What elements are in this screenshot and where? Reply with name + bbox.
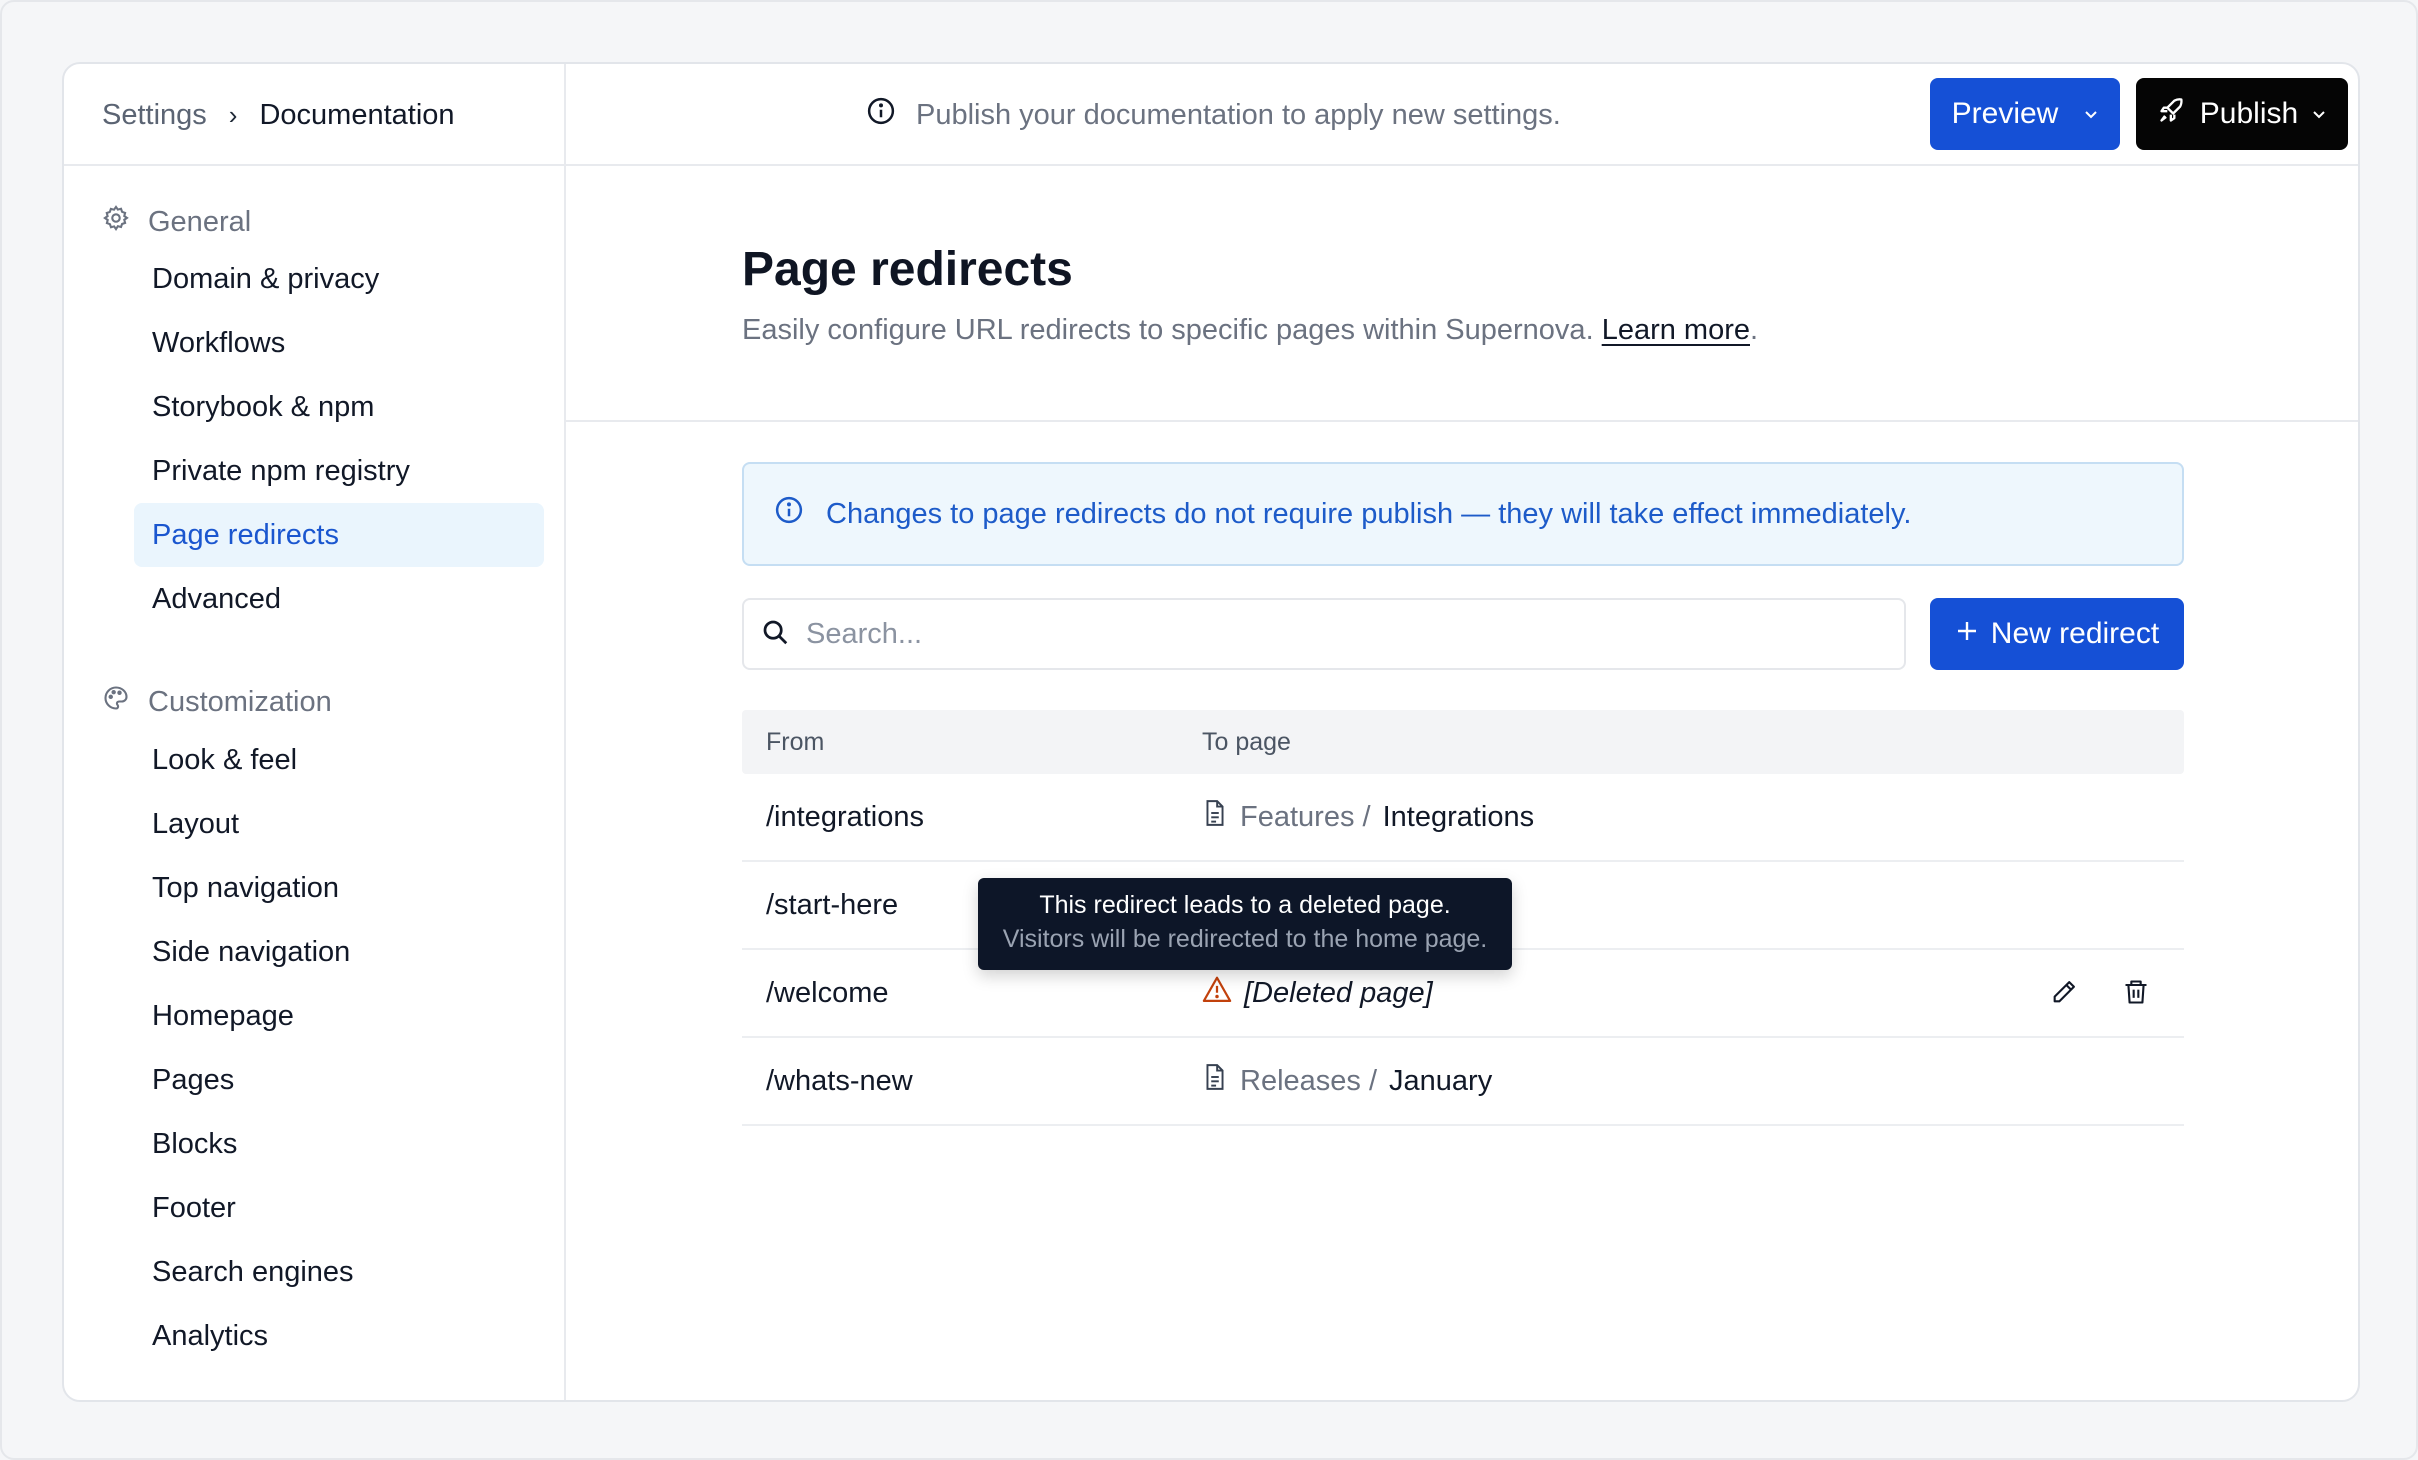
publish-button[interactable]: Publish	[2136, 78, 2348, 150]
search-input[interactable]	[806, 617, 1886, 651]
breadcrumb-settings[interactable]: Settings	[102, 99, 207, 132]
plus-icon	[1955, 617, 1979, 651]
top-bar: Settings › Documentation Publish your do…	[64, 64, 2358, 166]
sidebar-item-advanced[interactable]: Advanced	[134, 567, 544, 631]
subtitle-period: .	[1750, 314, 1759, 346]
info-banner-text: Changes to page redirects do not require…	[826, 497, 1912, 530]
page-subtitle-text: Easily configure URL redirects to specif…	[742, 314, 1594, 346]
column-header-from: From	[766, 727, 825, 756]
rocket-icon	[2158, 96, 2186, 132]
deleted-page-label: [Deleted page]	[1244, 976, 1433, 1009]
chevron-down-icon	[2312, 107, 2326, 125]
info-icon	[866, 96, 896, 134]
publish-notice-text: Publish your documentation to apply new …	[916, 98, 1561, 131]
trash-icon[interactable]	[2122, 978, 2150, 1011]
page-name: January	[1389, 1064, 1493, 1097]
breadcrumb-separator: ›	[228, 99, 238, 130]
sidebar-item-layout[interactable]: Layout	[134, 792, 544, 856]
table-row[interactable]: /integrations Features / Integrations	[742, 774, 2184, 862]
sidebar-item-search-engines[interactable]: Search engines	[134, 1240, 544, 1304]
chevron-down-icon	[2084, 107, 2098, 125]
sidebar-item-look-feel[interactable]: Look & feel	[134, 728, 544, 792]
sidebar-item-workflows[interactable]: Workflows	[134, 311, 544, 375]
app-frame: Settings › Documentation Publish your do…	[0, 0, 2418, 1460]
redirect-to-page: Features / Integrations	[1202, 799, 1534, 835]
warning-icon	[1202, 975, 1232, 1011]
palette-icon	[102, 684, 130, 720]
redirect-from: /welcome	[766, 976, 889, 1009]
preview-label: Preview	[1951, 97, 2059, 130]
redirect-from: /whats-new	[766, 1064, 913, 1097]
sidebar-item-blocks[interactable]: Blocks	[134, 1112, 544, 1176]
publish-label: Publish	[2199, 97, 2299, 130]
document-icon	[1202, 799, 1228, 835]
page-parent: Releases /	[1240, 1064, 1378, 1097]
section-customization: Customization	[102, 684, 332, 720]
new-redirect-label: New redirect	[1990, 617, 2160, 650]
tooltip-title: This redirect leads to a deleted page.	[1039, 891, 1451, 919]
row-actions	[2050, 950, 2150, 1038]
sidebar-item-pages[interactable]: Pages	[134, 1048, 544, 1112]
redirect-from: /integrations	[766, 800, 924, 833]
section-general: General	[102, 204, 251, 240]
sidebar-item-domain-privacy[interactable]: Domain & privacy	[134, 247, 544, 311]
search-field	[742, 598, 1906, 670]
search-icon	[760, 617, 790, 652]
table-header: From To page	[742, 710, 2184, 774]
page-header: Page redirects Easily configure URL redi…	[566, 166, 2358, 422]
page-subtitle: Easily configure URL redirects to specif…	[742, 314, 1758, 347]
section-customization-title: Customization	[148, 685, 332, 718]
settings-sidebar: General Domain & privacy Workflows Story…	[64, 166, 566, 1400]
preview-button[interactable]: Preview	[1930, 78, 2120, 150]
breadcrumb-documentation: Documentation	[259, 98, 455, 131]
publish-notice: Publish your documentation to apply new …	[866, 64, 1561, 166]
section-general-title: General	[148, 205, 252, 238]
page-title: Page redirects	[742, 243, 1073, 296]
new-redirect-button[interactable]: New redirect	[1930, 598, 2184, 670]
settings-window: Settings › Documentation Publish your do…	[62, 62, 2360, 1402]
sidebar-item-top-navigation[interactable]: Top navigation	[134, 856, 544, 920]
column-header-to-page: To page	[1202, 727, 1291, 756]
main-content: Page redirects Easily configure URL redi…	[566, 166, 2358, 1400]
tooltip-description: Visitors will be redirected to the home …	[1002, 925, 1488, 953]
sidebar-item-homepage[interactable]: Homepage	[134, 984, 544, 1048]
info-banner: Changes to page redirects do not require…	[742, 462, 2184, 566]
breadcrumb: Settings › Documentation	[64, 64, 566, 166]
gear-icon	[102, 204, 130, 240]
sidebar-item-storybook-npm[interactable]: Storybook & npm	[134, 375, 544, 439]
info-icon	[774, 495, 804, 533]
redirect-to-page: [Deleted page]	[1202, 975, 1433, 1011]
table-row[interactable]: /whats-new Releases / January	[742, 1038, 2184, 1126]
sidebar-item-side-navigation[interactable]: Side navigation	[134, 920, 544, 984]
page-parent: Features /	[1240, 800, 1371, 833]
learn-more-link[interactable]: Learn more	[1602, 314, 1750, 346]
deleted-page-tooltip: This redirect leads to a deleted page. V…	[978, 878, 1512, 970]
sidebar-item-page-redirects[interactable]: Page redirects	[134, 503, 544, 567]
page-name: Integrations	[1382, 800, 1535, 833]
pencil-icon[interactable]	[2050, 978, 2078, 1011]
sidebar-item-footer[interactable]: Footer	[134, 1176, 544, 1240]
sidebar-item-private-npm-registry[interactable]: Private npm registry	[134, 439, 544, 503]
document-icon	[1202, 1063, 1228, 1099]
sidebar-item-analytics[interactable]: Analytics	[134, 1304, 544, 1368]
redirect-to-page: Releases / January	[1202, 1063, 1492, 1099]
